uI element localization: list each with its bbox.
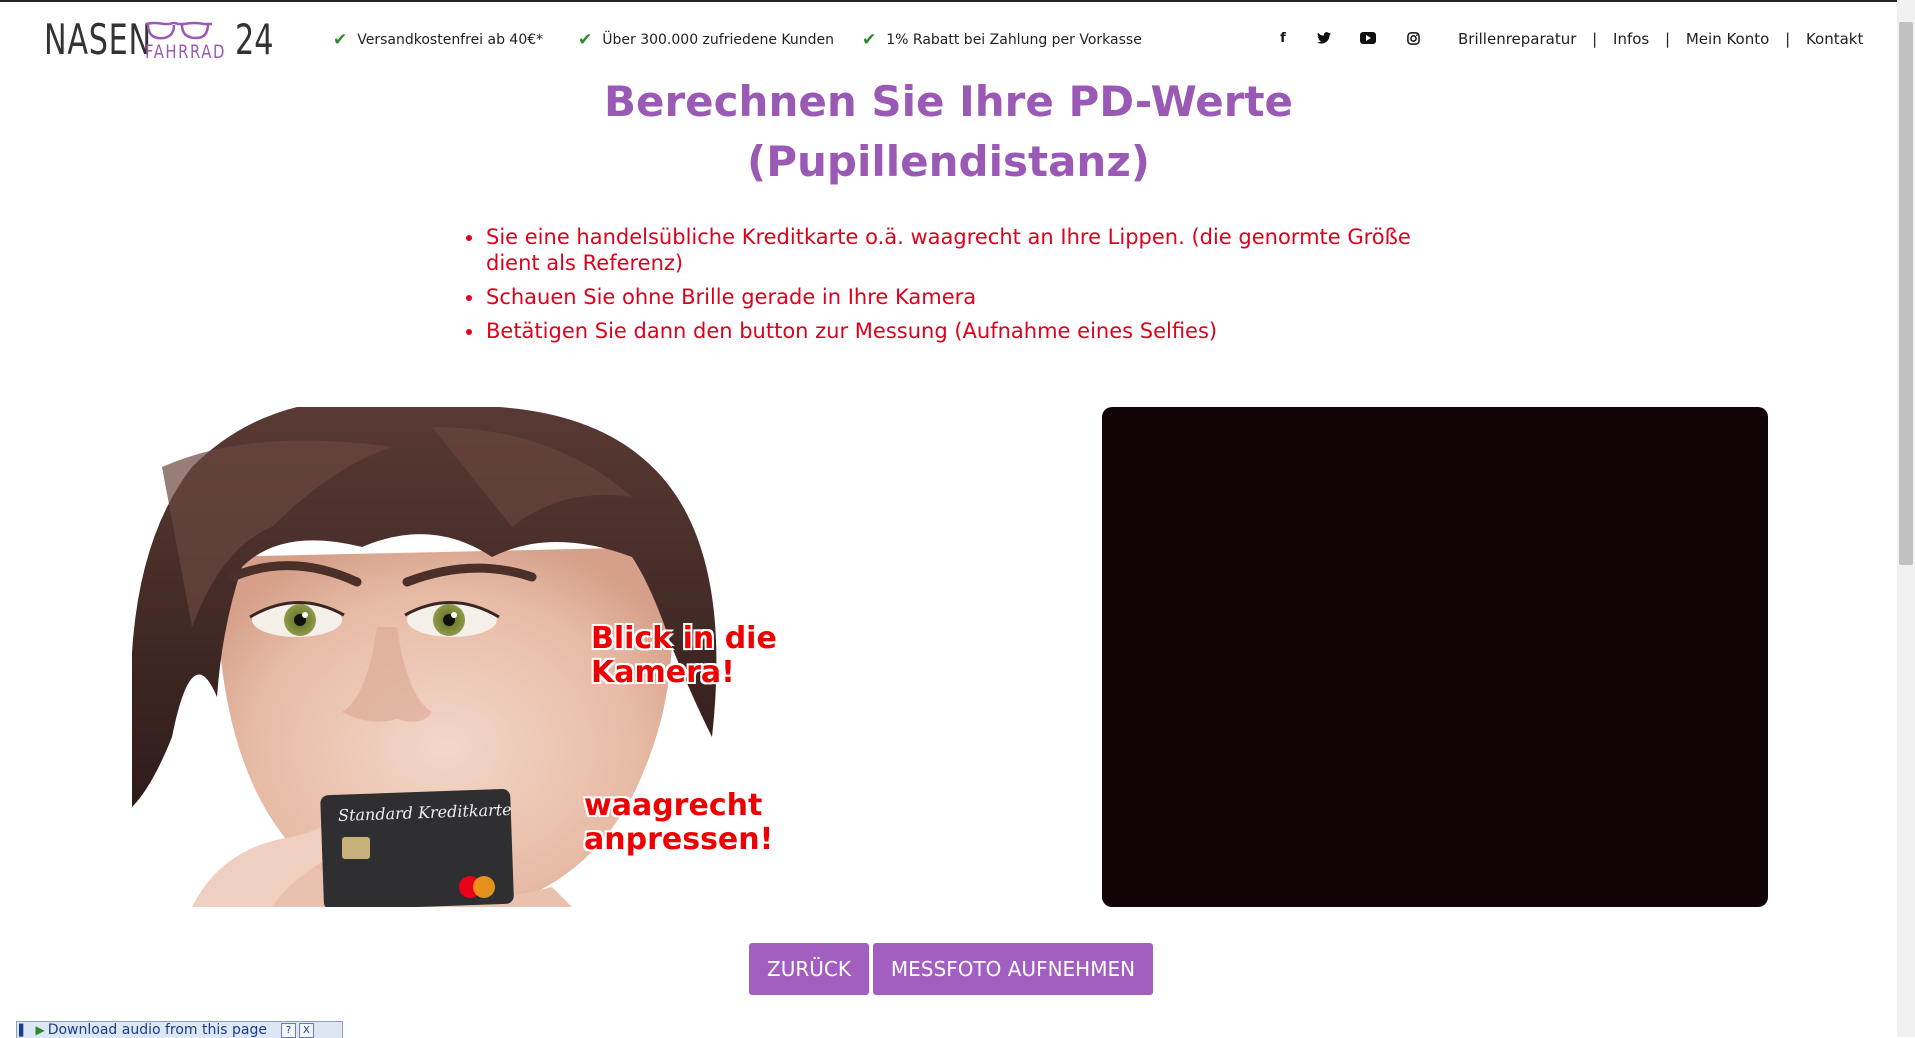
download-audio-bar[interactable]: ▌ ▶ Download audio from this page ? X [16,1021,343,1038]
bar-handle-icon: ▌ [19,1023,28,1037]
camera-preview [1102,407,1768,907]
nav-separator: | [1785,30,1791,48]
page-title-line2: (Pupillendistanz) [747,137,1150,186]
instruction-item: Sie eine handelsübliche Kreditkarte o.ä.… [466,224,1426,276]
top-border [0,0,1897,2]
nav-infos[interactable]: Infos [1613,30,1649,48]
youtube-icon[interactable] [1358,28,1378,48]
check-icon: ✔ [862,30,877,50]
capture-photo-button[interactable]: MESSFOTO AUFNEHMEN [873,943,1153,995]
instagram-icon[interactable] [1403,28,1423,48]
nav-mein-konto[interactable]: Mein Konto [1686,30,1769,48]
facebook-icon[interactable]: f [1273,28,1293,48]
page-title: Berechnen Sie Ihre PD-Werte (Pupillendis… [0,72,1897,192]
usp-discount: ✔ 1% Rabatt bei Zahlung per Vorkasse [862,30,1142,50]
play-icon: ▶ [35,1023,45,1037]
nav-separator: | [1665,30,1671,48]
download-audio-label[interactable]: Download audio from this page [48,1022,267,1038]
usp-label: 1% Rabatt bei Zahlung per Vorkasse [886,32,1142,48]
page-title-line1: Berechnen Sie Ihre PD-Werte [603,77,1294,126]
top-nav: Brillenreparatur | Infos | Mein Konto | … [1458,30,1863,48]
illustration-look-text: Blick in die Kamera! [591,621,777,690]
illustration-press-text: waagrecht anpressen! [584,788,774,857]
usp-label: Versandkostenfrei ab 40€* [357,32,544,48]
logo-main-text: NASEN [44,15,152,64]
nav-kontakt[interactable]: Kontakt [1806,30,1863,48]
check-icon: ✔ [578,30,593,50]
scrollbar-thumb[interactable] [1899,22,1913,565]
logo-number-text: 24 [235,15,274,64]
back-button[interactable]: ZURÜCK [749,943,869,995]
instruction-item: Schauen Sie ohne Brille gerade in Ihre K… [466,284,1426,310]
check-icon: ✔ [333,30,348,50]
instruction-item: Betätigen Sie dann den button zur Messun… [466,318,1426,344]
instruction-illustration: Standard Kreditkarte Blick in die Kamera… [132,407,792,907]
close-icon[interactable]: X [298,1022,314,1038]
logo-sub-text: FAHRRAD [145,41,226,63]
help-icon[interactable]: ? [280,1022,296,1038]
nav-separator: | [1592,30,1598,48]
twitter-icon[interactable] [1314,28,1334,48]
nav-brillenreparatur[interactable]: Brillenreparatur [1458,30,1576,48]
usp-customers: ✔ Über 300.000 zufriedene Kunden [578,30,834,50]
instruction-list: Sie eine handelsübliche Kreditkarte o.ä.… [466,224,1426,352]
site-logo[interactable]: NASEN FAHRRAD 24 [44,15,274,64]
usp-label: Über 300.000 zufriedene Kunden [602,32,834,48]
usp-shipping: ✔ Versandkostenfrei ab 40€* [333,30,543,50]
glasses-logo-icon [145,21,212,40]
